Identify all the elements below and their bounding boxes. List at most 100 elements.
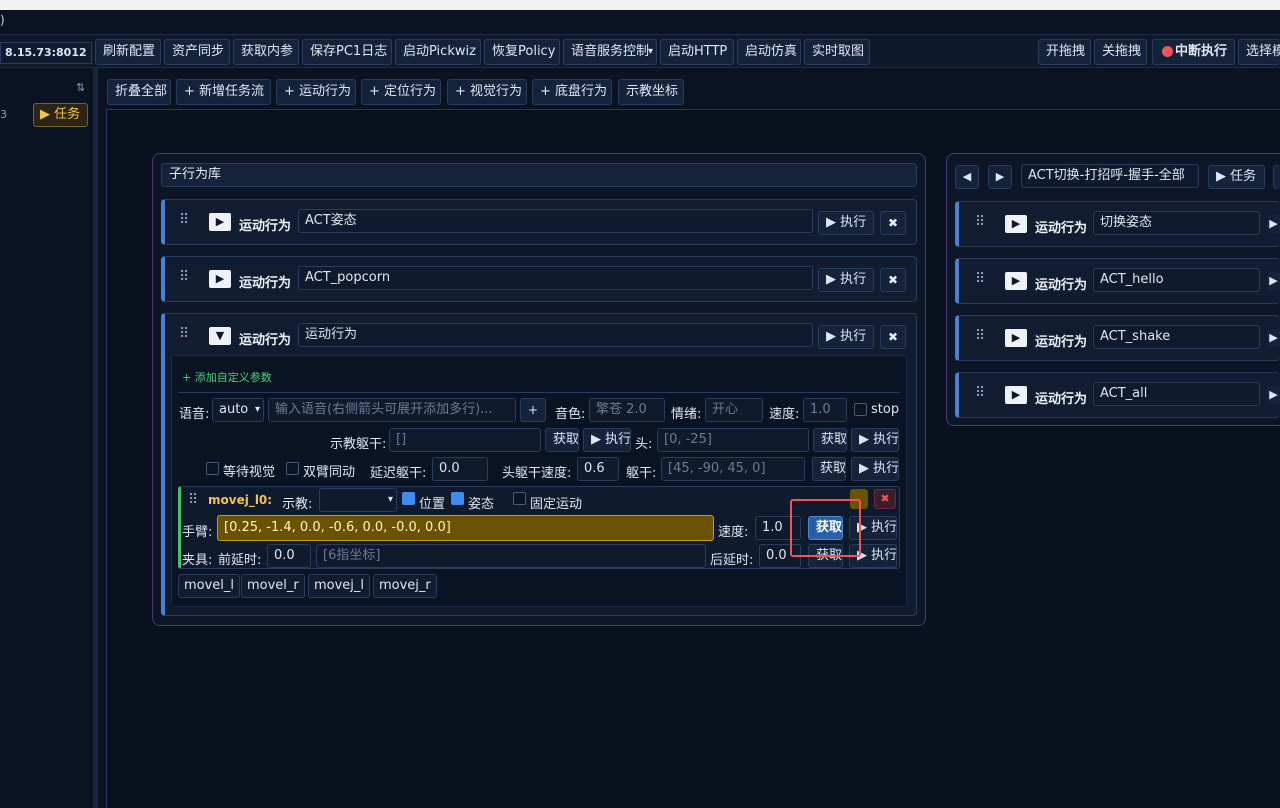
pose-checkbox[interactable] xyxy=(451,492,464,505)
start-simulation-button[interactable]: 启动仿真 xyxy=(737,39,801,65)
exec-torso-button[interactable]: ▶ 执行 xyxy=(851,457,899,481)
behavior-name-input[interactable]: ACT姿态 xyxy=(298,209,813,233)
add-movej-r-button[interactable]: movej_r xyxy=(373,574,437,598)
exec-head-button[interactable]: ▶ 执行 xyxy=(851,428,899,452)
expand-toggle-icon[interactable]: ▶ xyxy=(209,270,231,288)
dual-arm-checkbox[interactable] xyxy=(286,462,299,475)
get-head-button[interactable]: 获取 xyxy=(813,428,847,452)
flow-name-input[interactable]: ACT切换-打招呼-握手-全部 xyxy=(1021,164,1199,188)
torso-input[interactable]: [45, -90, 45, 0] xyxy=(661,457,805,481)
drag-handle-icon[interactable]: ⠿ xyxy=(179,269,189,285)
drag-handle-icon[interactable]: ⠿ xyxy=(179,212,189,228)
finger-coords-input[interactable]: [6指坐标] xyxy=(316,544,706,568)
sidebar-task-button[interactable]: ▶ 任务 xyxy=(33,103,88,127)
asset-sync-button[interactable]: 资产同步 xyxy=(164,39,230,65)
teach-select[interactable]: ▾ xyxy=(319,488,397,512)
expand-toggle-icon[interactable]: ▶ xyxy=(1005,329,1027,347)
stop-checkbox[interactable] xyxy=(854,403,867,416)
voice-service-label: 语音服务控制 xyxy=(571,44,650,59)
head-input[interactable]: [0, -25] xyxy=(657,428,809,452)
add-task-flow-button[interactable]: + 新增任务流 xyxy=(176,79,271,105)
start-http-button[interactable]: 启动HTTP xyxy=(660,39,734,65)
sort-icon[interactable]: ⇅ xyxy=(76,81,85,94)
behavior-name-input[interactable]: ACT_hello xyxy=(1093,268,1260,292)
delay-torso-input[interactable]: 0.0 xyxy=(432,457,488,481)
delete-icon[interactable]: ✖ xyxy=(880,325,906,349)
exec-teach-torso-button[interactable]: ▶ 执行 xyxy=(583,428,631,452)
overflow-button[interactable] xyxy=(1273,165,1280,189)
wait-vision-label: 等待视觉 xyxy=(223,465,276,480)
behavior-name-input[interactable]: 运动行为 xyxy=(298,323,813,347)
head-torso-speed-input[interactable]: 0.6 xyxy=(577,457,619,481)
delete-icon[interactable]: ✖ xyxy=(880,211,906,235)
delete-icon[interactable]: ✖ xyxy=(880,268,906,292)
collapse-toggle-icon[interactable]: ▼ xyxy=(209,327,231,345)
get-teach-torso-button[interactable]: 获取 xyxy=(545,428,579,452)
voice-speed-input[interactable]: 1.0 xyxy=(803,398,847,422)
next-flow-icon[interactable]: ▶ xyxy=(988,165,1012,189)
arm-joints-input[interactable]: [0.25, -1.4, 0.0, -0.6, 0.0, -0.0, 0.0] xyxy=(217,515,714,541)
add-movel-r-button[interactable]: movel_r xyxy=(241,574,305,598)
sidebar-resize-handle[interactable] xyxy=(93,68,98,808)
collapse-all-button[interactable]: 折叠全部 xyxy=(107,79,171,105)
execute-button[interactable]: ▶ 执行 xyxy=(818,211,874,235)
add-movej-l-button[interactable]: movej_l xyxy=(308,574,371,598)
execute-icon[interactable]: ▶ xyxy=(1267,272,1280,290)
voice-text-input[interactable]: 输入语音(右侧箭头可展开添加多行)... xyxy=(268,398,516,422)
add-custom-param-link[interactable]: + 添加自定义参数 xyxy=(182,369,272,385)
timbre-input[interactable]: 擎苍 2.0 xyxy=(589,398,665,422)
get-torso-button[interactable]: 获取 xyxy=(812,457,846,481)
speed-label: 速度: xyxy=(769,407,800,422)
add-chassis-behavior-button[interactable]: + 底盘行为 xyxy=(532,79,612,105)
execute-icon[interactable]: ▶ xyxy=(1267,329,1280,347)
teach-torso-input[interactable]: [] xyxy=(389,428,541,452)
get-intrinsics-button[interactable]: 获取内参 xyxy=(233,39,299,65)
start-pickwiz-button[interactable]: 启动Pickwiz xyxy=(395,39,481,65)
execute-button[interactable]: ▶ 执行 xyxy=(818,268,874,292)
run-task-button[interactable]: ▶ 任务 xyxy=(1208,165,1265,189)
drag-handle-icon[interactable]: ⠿ xyxy=(188,492,198,508)
pre-delay-input[interactable]: 0.0 xyxy=(267,544,311,568)
drag-handle-icon[interactable]: ⠿ xyxy=(975,328,985,344)
interrupt-execution-button[interactable]: 中断执行 xyxy=(1152,39,1235,65)
voice-service-dropdown[interactable]: 语音服务控制 ▾ xyxy=(563,39,657,65)
add-vision-behavior-button[interactable]: + 视觉行为 xyxy=(447,79,527,105)
behavior-card: ⠿ ▶ 运动行为 ACT_popcorn ▶ 执行 ✖ xyxy=(161,256,917,302)
position-checkbox[interactable] xyxy=(402,492,415,505)
expand-toggle-icon[interactable]: ▶ xyxy=(1005,386,1027,404)
add-locate-behavior-button[interactable]: + 定位行为 xyxy=(361,79,441,105)
voice-lang-select[interactable]: auto ▾ xyxy=(212,398,264,422)
drag-handle-icon[interactable]: ⠿ xyxy=(975,385,985,401)
behavior-name-input[interactable]: 切换姿态 xyxy=(1093,211,1260,235)
drag-handle-icon[interactable]: ⠿ xyxy=(179,326,189,342)
fixed-motion-checkbox[interactable] xyxy=(513,492,526,505)
expand-toggle-icon[interactable]: ▶ xyxy=(209,213,231,231)
drag-handle-icon[interactable]: ⠿ xyxy=(975,214,985,230)
live-capture-button[interactable]: 实时取图 xyxy=(804,39,870,65)
expand-toggle-icon[interactable]: ▶ xyxy=(1005,272,1027,290)
add-motion-behavior-button[interactable]: + 运动行为 xyxy=(276,79,356,105)
flow-card: ⠿ ▶ 运动行为 ACT_all ▶ xyxy=(955,372,1280,418)
prev-flow-icon[interactable]: ◀ xyxy=(955,165,979,189)
execute-icon[interactable]: ▶ xyxy=(1267,386,1280,404)
refresh-config-button[interactable]: 刷新配置 xyxy=(95,39,161,65)
add-voice-line-button[interactable]: + xyxy=(520,398,546,422)
behavior-name-input[interactable]: ACT_popcorn xyxy=(298,266,813,290)
teach-coords-button[interactable]: 示教坐标 xyxy=(618,79,684,105)
expand-toggle-icon[interactable]: ▶ xyxy=(1005,215,1027,233)
behavior-name-input[interactable]: ACT_all xyxy=(1093,382,1260,406)
execute-icon[interactable]: ▶ xyxy=(1267,215,1280,233)
select-mode-button[interactable]: 选择模 xyxy=(1238,39,1280,65)
disable-drag-button[interactable]: 关拖拽 xyxy=(1094,39,1147,65)
save-pc1-log-button[interactable]: 保存PC1日志 xyxy=(302,39,392,65)
wait-vision-checkbox[interactable] xyxy=(206,462,219,475)
emotion-input[interactable]: 开心 xyxy=(705,398,763,422)
execute-button[interactable]: ▶ 执行 xyxy=(818,325,874,349)
add-movel-l-button[interactable]: movel_l xyxy=(178,574,241,598)
post-delay-label: 后延时: xyxy=(710,553,754,568)
restore-policy-button[interactable]: 恢复Policy xyxy=(484,39,560,65)
enable-drag-button[interactable]: 开拖拽 xyxy=(1038,39,1091,65)
behavior-name-input[interactable]: ACT_shake xyxy=(1093,325,1260,349)
drag-handle-icon[interactable]: ⠿ xyxy=(975,271,985,287)
remove-sub-action-icon[interactable]: ✖ xyxy=(874,489,896,509)
